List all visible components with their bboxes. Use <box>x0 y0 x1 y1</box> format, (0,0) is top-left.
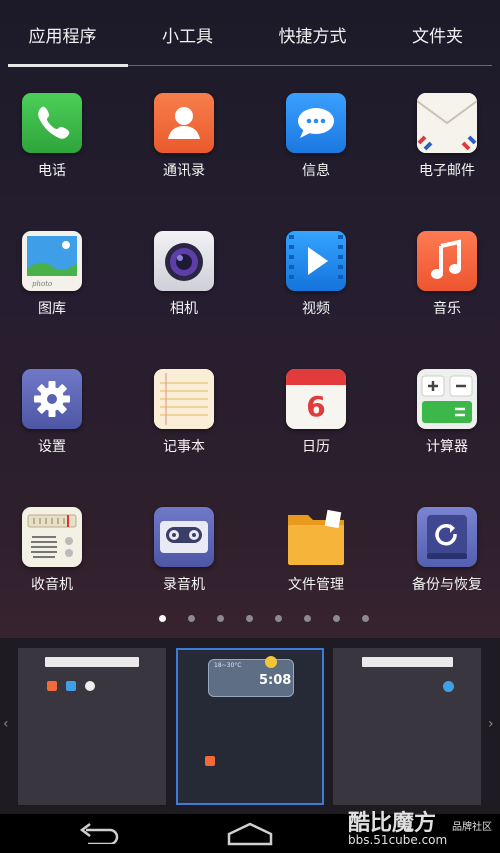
video-icon <box>286 231 346 291</box>
notepad-icon <box>154 369 214 429</box>
search-widget-thumb <box>45 657 139 667</box>
app-settings[interactable]: 设置 <box>0 369 107 456</box>
contacts-icon <box>154 93 214 153</box>
page-dot-1[interactable] <box>159 615 166 622</box>
app-recorder[interactable]: 录音机 <box>129 507 239 594</box>
page-dot-7[interactable] <box>333 615 340 622</box>
messages-icon <box>286 93 346 153</box>
app-calculator[interactable]: 计算器 <box>392 369 500 456</box>
home-screen-preview-1[interactable] <box>18 648 166 805</box>
watermark-url: bbs.51cube.com <box>348 833 448 847</box>
tab-indicator <box>8 64 128 67</box>
calendar-header <box>286 369 346 385</box>
back-icon[interactable] <box>78 822 122 848</box>
tab-shortcuts[interactable]: 快捷方式 <box>250 22 375 47</box>
app-calendar[interactable]: 6 日历 <box>261 369 371 456</box>
phone-icon <box>22 93 82 153</box>
app-phone[interactable]: 电话 <box>0 93 107 180</box>
backup-icon <box>417 507 477 567</box>
calendar-icon: 6 <box>286 369 346 429</box>
app-contacts[interactable]: 通讯录 <box>129 93 239 180</box>
page-dot-3[interactable] <box>217 615 224 622</box>
page-dot-2[interactable] <box>188 615 195 622</box>
app-backup[interactable]: 备份与恢复 <box>392 507 500 594</box>
folder-icon <box>286 507 346 567</box>
app-files[interactable]: 文件管理 <box>261 507 371 594</box>
home-screen-previews: ‹ 18~30°C 5:08 › <box>0 638 500 814</box>
app-music[interactable]: 音乐 <box>392 231 500 318</box>
search-widget-thumb <box>362 657 453 667</box>
home-screen-preview-2[interactable]: 18~30°C 5:08 <box>176 648 324 805</box>
page-dot-4[interactable] <box>246 615 253 622</box>
home-icon[interactable] <box>226 822 274 850</box>
app-thumb-icon <box>47 681 57 691</box>
gallery-icon: photo <box>22 231 82 291</box>
home-screen-preview-3[interactable] <box>333 648 481 805</box>
tab-bar: 应用程序 小工具 快捷方式 文件夹 <box>0 0 500 68</box>
app-thumb-icon <box>85 681 95 691</box>
app-notepad[interactable]: 记事本 <box>129 369 239 456</box>
svg-text:photo: photo <box>32 280 52 288</box>
widget-temp: 18~30°C <box>214 662 242 669</box>
app-email[interactable]: 电子邮件 <box>392 93 500 180</box>
widget-clock: 5:08 <box>259 673 292 688</box>
app-radio[interactable]: 收音机 <box>0 507 107 594</box>
clock-weather-widget: 18~30°C 5:08 <box>208 656 294 697</box>
chevron-left-icon[interactable]: ‹ <box>3 716 9 732</box>
app-messages[interactable]: 信息 <box>261 93 371 180</box>
page-indicator <box>0 615 500 625</box>
email-icon <box>417 93 477 153</box>
app-gallery[interactable]: photo 图库 <box>0 231 107 318</box>
app-video[interactable]: 视频 <box>261 231 371 318</box>
page-dot-8[interactable] <box>362 615 369 622</box>
settings-icon <box>22 369 82 429</box>
app-thumb-icon <box>66 681 76 691</box>
tab-divider <box>128 65 492 66</box>
tab-folders[interactable]: 文件夹 <box>375 22 500 47</box>
camera-icon <box>154 231 214 291</box>
calendar-day: 6 <box>306 390 326 423</box>
sun-icon <box>265 656 277 668</box>
watermark-sub: 品牌社区 <box>452 822 492 833</box>
page-dot-6[interactable] <box>304 615 311 622</box>
app-thumb-icon <box>443 681 454 692</box>
tab-apps[interactable]: 应用程序 <box>0 22 125 47</box>
radio-icon <box>22 507 82 567</box>
app-thumb-icon <box>205 756 215 766</box>
app-camera[interactable]: 相机 <box>129 231 239 318</box>
music-icon <box>417 231 477 291</box>
chevron-right-icon[interactable]: › <box>488 716 494 732</box>
page-dot-5[interactable] <box>275 615 282 622</box>
recorder-icon <box>154 507 214 567</box>
calculator-icon <box>417 369 477 429</box>
tab-widgets[interactable]: 小工具 <box>125 22 250 47</box>
